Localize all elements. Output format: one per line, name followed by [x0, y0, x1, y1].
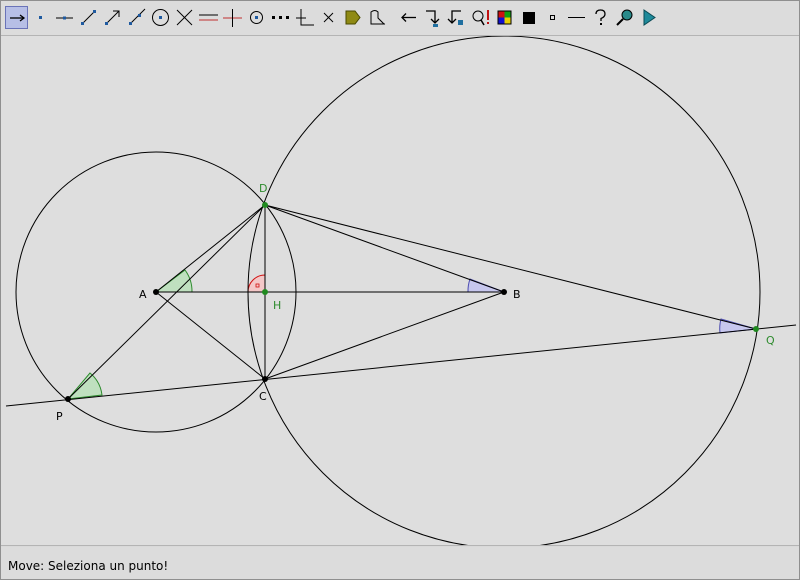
- angle-arc-a: [154, 269, 193, 293]
- intersect-icon: [176, 9, 193, 26]
- redo-tool[interactable]: [421, 6, 444, 29]
- point-b[interactable]: [501, 289, 507, 295]
- point-icon: [39, 16, 42, 19]
- perpendicular-tool[interactable]: [221, 6, 244, 29]
- segment-by-points-tool[interactable]: [269, 6, 292, 29]
- geometry-figure[interactable]: A B C D H P Q: [1, 36, 799, 545]
- point-style-tool[interactable]: [541, 6, 564, 29]
- vector-icon: [105, 10, 120, 25]
- point-h[interactable]: [262, 289, 268, 295]
- error-tool[interactable]: [469, 6, 492, 29]
- redo-arrow-icon: [426, 10, 440, 27]
- segment-bc[interactable]: [264, 291, 505, 380]
- parallel-tool[interactable]: [197, 6, 220, 29]
- label-q[interactable]: Q: [766, 334, 775, 347]
- point-tool[interactable]: [29, 6, 52, 29]
- intersect-tool[interactable]: [173, 6, 196, 29]
- line-pq[interactable]: [5, 324, 797, 407]
- segment-tool[interactable]: [77, 6, 100, 29]
- perpendicular-icon: [223, 9, 242, 27]
- parallel-icon: [199, 14, 218, 21]
- color-tool[interactable]: [493, 6, 516, 29]
- label-p[interactable]: P: [56, 410, 63, 423]
- toolbar: [1, 1, 799, 35]
- midpoint-tool[interactable]: [245, 6, 268, 29]
- label-tool[interactable]: [341, 6, 364, 29]
- move-tool[interactable]: [5, 6, 28, 29]
- label-c[interactable]: C: [259, 390, 267, 403]
- segment-qd[interactable]: [264, 204, 757, 330]
- drawing-canvas[interactable]: A B C D H P Q: [1, 35, 799, 546]
- question-icon: [595, 9, 606, 25]
- segment-pd[interactable]: [67, 204, 266, 400]
- segment-bd[interactable]: [264, 204, 505, 293]
- point-d[interactable]: [262, 202, 268, 208]
- angle-icon: [296, 9, 314, 26]
- angle-arc-p: [66, 372, 103, 400]
- angle-tool[interactable]: [293, 6, 316, 29]
- label-a[interactable]: A: [139, 288, 147, 301]
- small-square-icon: [550, 15, 555, 20]
- ray-icon: [129, 8, 146, 25]
- dotted-line-icon: [272, 16, 289, 19]
- midpoint-icon: [250, 11, 263, 24]
- status-message: Move: Seleziona un punto!: [8, 559, 169, 573]
- zoom-tool[interactable]: [613, 6, 636, 29]
- point-c[interactable]: [262, 376, 268, 382]
- fill-tool[interactable]: [517, 6, 540, 29]
- line-icon: [56, 16, 73, 20]
- circle-icon: [152, 9, 169, 26]
- right-angle-h: [247, 274, 266, 293]
- play-tool[interactable]: [637, 6, 660, 29]
- trace-icon: [447, 10, 463, 25]
- line-tool[interactable]: [53, 6, 76, 29]
- measure-icon: [370, 10, 386, 25]
- segment-icon: [81, 10, 96, 25]
- label-tag-icon: [345, 10, 361, 25]
- app-window: A B C D H P Q Move: Seleziona un punto!: [0, 0, 800, 580]
- dash-icon: [568, 17, 585, 18]
- status-bar: Move: Seleziona un punto!: [1, 547, 799, 579]
- help-tool[interactable]: [589, 6, 612, 29]
- line-style-tool[interactable]: [565, 6, 588, 29]
- label-d[interactable]: D: [259, 182, 267, 195]
- vector-tool[interactable]: [101, 6, 124, 29]
- cross-icon: [323, 12, 334, 23]
- label-h[interactable]: H: [273, 299, 281, 312]
- left-arrow-icon: [401, 13, 416, 22]
- point-q[interactable]: [753, 326, 759, 332]
- point-a[interactable]: [153, 289, 159, 295]
- circle-tool[interactable]: [149, 6, 172, 29]
- play-icon: [643, 9, 656, 26]
- filled-square-icon: [523, 12, 535, 24]
- magnifier-icon: [616, 9, 633, 26]
- color-palette-icon: [497, 10, 512, 25]
- trace-tool[interactable]: [445, 6, 468, 29]
- ray-tool[interactable]: [125, 6, 148, 29]
- delete-tool[interactable]: [317, 6, 340, 29]
- point-p[interactable]: [65, 396, 71, 402]
- arrow-icon: [10, 14, 26, 22]
- label-b[interactable]: B: [513, 288, 521, 301]
- undo-tool[interactable]: [397, 6, 420, 29]
- magnifier-alert-icon: [472, 10, 489, 26]
- measure-tool[interactable]: [365, 6, 388, 29]
